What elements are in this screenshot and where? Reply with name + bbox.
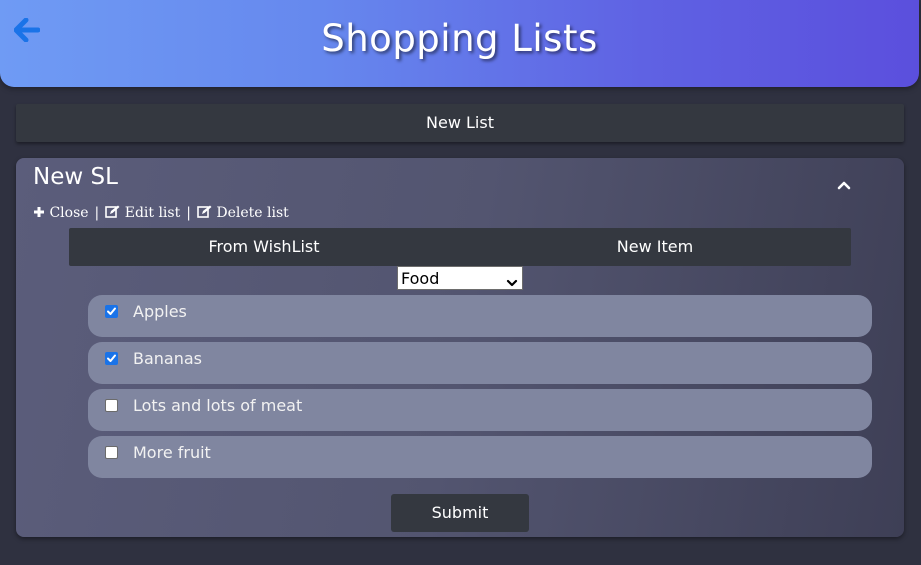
list-item: Bananas [88,342,872,384]
item-checkbox[interactable] [105,352,118,365]
category-select[interactable]: Food [397,266,523,290]
delete-list-link[interactable]: Delete list [197,205,289,221]
action-separator: | [94,205,100,221]
new-item-button[interactable]: New Item [459,228,851,266]
item-label: Lots and lots of meat [133,396,303,415]
item-checkbox[interactable] [105,305,118,318]
close-list-label: Close [49,205,89,221]
list-card: New SL Close | Edit list | Delete list Fro… [16,158,904,537]
item-checkbox[interactable] [105,399,118,412]
list-title: New SL [33,164,118,190]
header-bar: Shopping Lists [0,0,919,87]
item-label: Apples [133,302,187,321]
page-title: Shopping Lists [321,17,598,60]
edit-icon [197,205,212,218]
list-item: Apples [88,295,872,337]
delete-list-label: Delete list [216,205,289,221]
chevron-down-icon [506,273,518,292]
item-label: More fruit [133,443,211,462]
item-checkbox[interactable] [105,446,118,459]
edit-list-label: Edit list [124,205,181,221]
list-item: Lots and lots of meat [88,389,872,431]
edit-list-link[interactable]: Edit list [105,205,180,221]
close-list-link[interactable]: Close [33,205,89,221]
category-select-value: Food [401,269,440,288]
submit-button[interactable]: Submit [391,494,529,532]
edit-icon [105,205,120,218]
list-item: More fruit [88,436,872,478]
list-actions: Close | Edit list | Delete list [33,205,289,221]
chevron-up-icon[interactable] [836,176,852,190]
item-label: Bananas [133,349,203,368]
new-list-button[interactable]: New List [16,104,904,142]
plus-icon [34,207,44,217]
action-separator: | [186,205,191,221]
from-wishlist-button[interactable]: From WishList [69,228,459,266]
